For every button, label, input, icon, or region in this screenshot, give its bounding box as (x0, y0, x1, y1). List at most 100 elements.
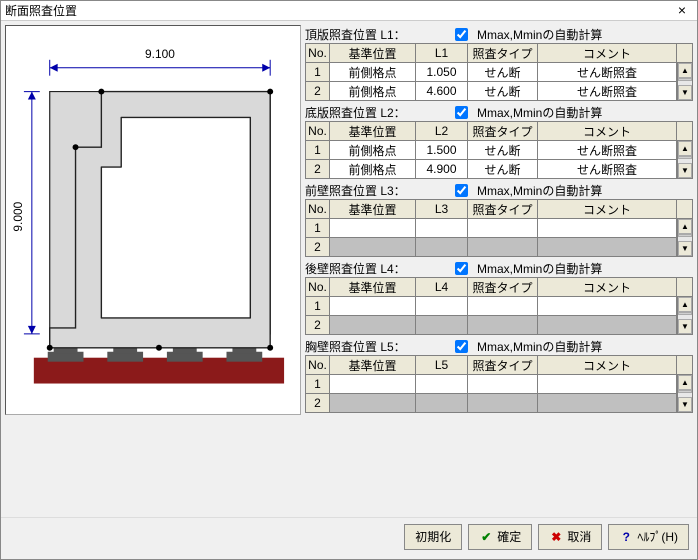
section-label: 頂版照査位置 L1： (305, 26, 445, 43)
table-row[interactable]: 1前側格点1.050せん断せん断照査 (306, 63, 693, 82)
cell-comment[interactable] (538, 219, 677, 238)
cell-no: 2 (306, 82, 330, 101)
scroll-down-icon[interactable]: ▼ (678, 319, 692, 334)
col-type: 照査タイプ (468, 278, 538, 297)
window-title: 断面照査位置 (5, 2, 671, 19)
col-val: L5 (416, 356, 468, 375)
vertical-scrollbar[interactable]: ▲▼ (677, 219, 692, 256)
cell-no: 1 (306, 375, 330, 394)
init-button[interactable]: 初期化 (404, 524, 462, 550)
auto-checkbox[interactable] (455, 106, 468, 119)
scroll-thumb[interactable] (678, 156, 692, 159)
grid[interactable]: No.基準位置L5照査タイプコメント12 (305, 355, 693, 413)
scroll-up-icon[interactable]: ▲ (678, 63, 692, 78)
col-ref: 基準位置 (330, 278, 416, 297)
titlebar: 断面照査位置 × (1, 1, 697, 21)
grid[interactable]: No.基準位置L4照査タイプコメント12 (305, 277, 693, 335)
scroll-thumb[interactable] (678, 312, 692, 315)
cell-comment[interactable]: せん断照査 (538, 141, 677, 160)
scroll-thumb[interactable] (678, 390, 692, 393)
section-label: 前壁照査位置 L3： (305, 182, 445, 199)
scroll-up-icon[interactable]: ▲ (678, 297, 692, 312)
col-no: No. (306, 356, 330, 375)
scroll-up-icon[interactable]: ▲ (678, 141, 692, 156)
scroll-down-icon[interactable]: ▼ (678, 241, 692, 256)
col-scroll-spacer (677, 356, 693, 375)
vertical-scrollbar[interactable]: ▲▼ (677, 63, 692, 100)
col-comment: コメント (538, 200, 677, 219)
table-row[interactable]: 1 (306, 297, 693, 316)
grid[interactable]: No.基準位置L3照査タイプコメント12 (305, 199, 693, 257)
col-val: L4 (416, 278, 468, 297)
cell-no: 1 (306, 297, 330, 316)
auto-checkbox[interactable] (455, 184, 468, 197)
section-l5: 胸壁照査位置 L5：Mmax,Mminの自動計算No.基準位置L5照査タイプコメ… (305, 337, 693, 413)
cell-ref[interactable]: 前側格点 (330, 63, 416, 82)
vertical-scrollbar[interactable]: ▲▼ (677, 375, 692, 412)
table-row[interactable]: 2前側格点4.600せん断せん断照査 (306, 82, 693, 101)
cell-val[interactable]: 4.600 (416, 82, 468, 101)
cell-no: 1 (306, 219, 330, 238)
scroll-up-icon[interactable]: ▲ (678, 219, 692, 234)
cell-type[interactable]: せん断 (468, 160, 538, 179)
cell-ref[interactable]: 前側格点 (330, 141, 416, 160)
cell-comment[interactable]: せん断照査 (538, 82, 677, 101)
cell-comment[interactable]: せん断照査 (538, 160, 677, 179)
section-label: 胸壁照査位置 L5： (305, 338, 445, 355)
auto-checkbox[interactable] (455, 28, 468, 41)
cancel-button[interactable]: 取消 (538, 524, 602, 550)
col-comment: コメント (538, 278, 677, 297)
auto-checkbox[interactable] (455, 340, 468, 353)
vertical-scrollbar[interactable]: ▲▼ (677, 141, 692, 178)
cell-ref[interactable]: 前側格点 (330, 160, 416, 179)
cell-val[interactable]: 1.050 (416, 63, 468, 82)
vertical-scrollbar[interactable]: ▲▼ (677, 297, 692, 334)
button-bar: 初期化 確定 取消 ﾍﾙﾌﾟ(H) (1, 517, 697, 555)
section-l1: 頂版照査位置 L1：Mmax,Mminの自動計算No.基準位置L1照査タイプコメ… (305, 25, 693, 101)
cell-type[interactable]: せん断 (468, 82, 538, 101)
col-ref: 基準位置 (330, 122, 416, 141)
col-no: No. (306, 44, 330, 63)
cell-type[interactable] (468, 219, 538, 238)
scroll-thumb[interactable] (678, 234, 692, 237)
sections-pane: 頂版照査位置 L1：Mmax,Mminの自動計算No.基準位置L1照査タイプコメ… (305, 25, 693, 509)
cell-val[interactable] (416, 219, 468, 238)
cell-comment[interactable] (538, 375, 677, 394)
dim-left: 9.000 (11, 201, 25, 231)
cell-ref[interactable]: 前側格点 (330, 82, 416, 101)
table-row[interactable]: 2前側格点4.900せん断せん断照査 (306, 160, 693, 179)
dim-top: 9.100 (145, 47, 175, 61)
col-val: L2 (416, 122, 468, 141)
table-row[interactable]: 1 (306, 219, 693, 238)
cell-type[interactable] (468, 297, 538, 316)
cell-ref[interactable] (330, 219, 416, 238)
cell-type[interactable] (468, 375, 538, 394)
grid[interactable]: No.基準位置L2照査タイプコメント1前側格点1.500せん断せん断照査2前側格… (305, 121, 693, 179)
scroll-down-icon[interactable]: ▼ (678, 85, 692, 100)
cell-type[interactable]: せん断 (468, 141, 538, 160)
cell-val[interactable] (416, 375, 468, 394)
scroll-up-icon[interactable]: ▲ (678, 375, 692, 390)
cell-type[interactable]: せん断 (468, 63, 538, 82)
section-l2: 底版照査位置 L2：Mmax,Mminの自動計算No.基準位置L2照査タイプコメ… (305, 103, 693, 179)
cell-comment[interactable] (538, 297, 677, 316)
ok-button[interactable]: 確定 (468, 524, 532, 550)
cell-ref[interactable] (330, 297, 416, 316)
col-ref: 基準位置 (330, 356, 416, 375)
scroll-down-icon[interactable]: ▼ (678, 397, 692, 412)
auto-checkbox[interactable] (455, 262, 468, 275)
cell-ref[interactable] (330, 375, 416, 394)
grid[interactable]: No.基準位置L1照査タイプコメント1前側格点1.050せん断せん断照査2前側格… (305, 43, 693, 101)
scroll-thumb[interactable] (678, 78, 692, 81)
cell-comment[interactable]: せん断照査 (538, 63, 677, 82)
close-icon[interactable]: × (671, 3, 693, 19)
cell-val[interactable]: 1.500 (416, 141, 468, 160)
col-type: 照査タイプ (468, 356, 538, 375)
table-row[interactable]: 1前側格点1.500せん断せん断照査 (306, 141, 693, 160)
cell-no: 1 (306, 63, 330, 82)
cell-val[interactable] (416, 297, 468, 316)
cell-val[interactable]: 4.900 (416, 160, 468, 179)
scroll-down-icon[interactable]: ▼ (678, 163, 692, 178)
table-row[interactable]: 1 (306, 375, 693, 394)
help-button[interactable]: ﾍﾙﾌﾟ(H) (608, 524, 689, 550)
